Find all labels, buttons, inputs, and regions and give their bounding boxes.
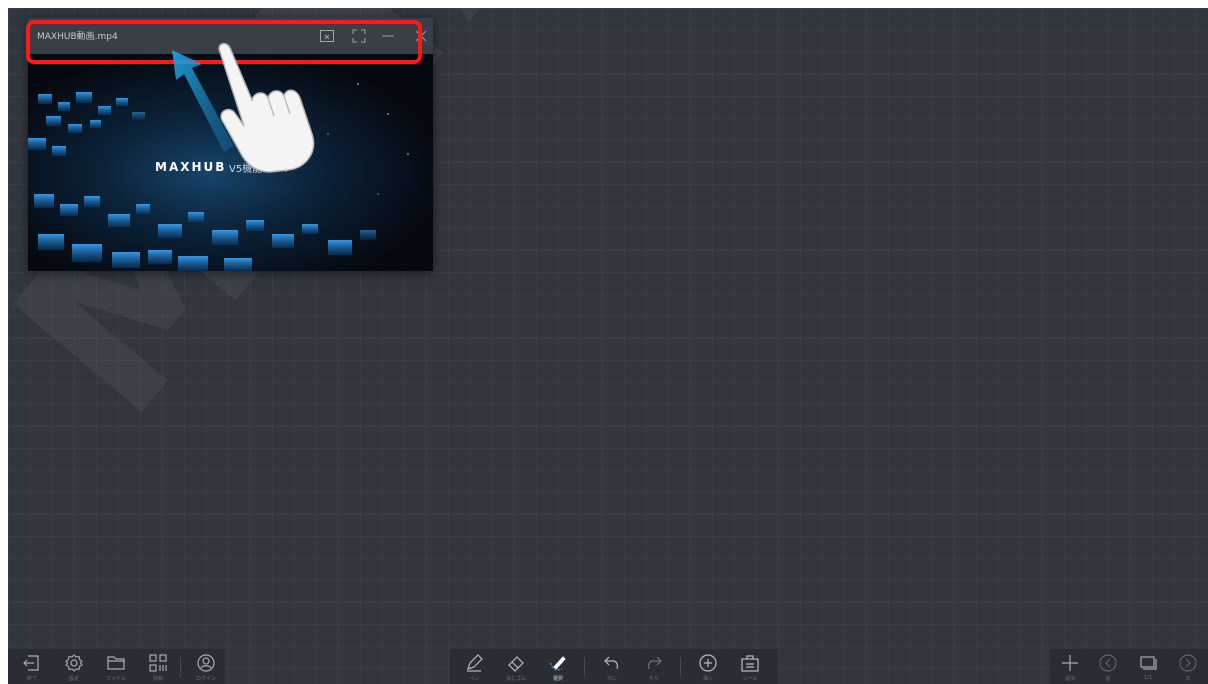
left-toolbar: 終了 設定 ファイル 共有 ログイン	[8, 649, 225, 684]
settings-button[interactable]: 設定	[56, 649, 92, 684]
undo-button[interactable]: 元に	[594, 649, 630, 684]
tools-button[interactable]: ツール	[732, 649, 768, 684]
eraser-label: 消しゴム	[505, 676, 526, 682]
pen-button[interactable]: ペン	[456, 649, 492, 684]
tools-label: ツール	[742, 676, 758, 682]
exit-icon	[23, 655, 39, 671]
files-label: ファイル	[105, 676, 126, 682]
page-count-label: 1/1	[1143, 675, 1153, 681]
folder-icon	[107, 656, 125, 670]
toolbar-divider	[584, 657, 585, 677]
undo-icon	[604, 656, 618, 670]
pages-icon	[1140, 656, 1157, 670]
insert-icon	[699, 654, 717, 672]
qr-code-icon	[149, 654, 167, 672]
files-button[interactable]: ファイル	[98, 649, 134, 684]
right-toolbar: 追加 前 1/1 次	[1050, 649, 1208, 684]
page-list-button[interactable]: 1/1	[1130, 649, 1166, 684]
next-page-label: 次	[1185, 676, 1191, 682]
next-page-button[interactable]: 次	[1170, 649, 1206, 684]
next-page-icon	[1179, 654, 1197, 672]
login-button[interactable]: ログイン	[188, 649, 224, 684]
eraser-icon	[508, 656, 524, 672]
user-icon	[197, 654, 215, 672]
hand-pointer-icon	[218, 42, 315, 173]
add-page-label: 追加	[1064, 676, 1075, 682]
prev-page-label: 前	[1105, 676, 1111, 682]
insert-button[interactable]: 挿入	[690, 649, 726, 684]
whiteboard-canvas[interactable]: MAYA MAXHUB動画.mp4	[8, 8, 1208, 684]
exit-label: 終了	[26, 676, 37, 682]
add-page-button[interactable]: 追加	[1052, 649, 1088, 684]
gear-icon	[65, 654, 83, 672]
insert-label: 挿入	[702, 676, 713, 682]
prev-page-icon	[1099, 654, 1117, 672]
select-label: 選択	[552, 676, 563, 682]
toolbar-divider	[180, 657, 181, 677]
prev-page-button[interactable]: 前	[1090, 649, 1126, 684]
undo-label: 元に	[606, 676, 617, 682]
pen-label: ペン	[468, 676, 479, 682]
share-label: 共有	[152, 676, 163, 682]
redo-button[interactable]: やり	[636, 649, 672, 684]
exit-button[interactable]: 終了	[14, 649, 50, 684]
pen-icon	[467, 654, 483, 672]
toolbox-icon	[741, 655, 759, 672]
center-toolbar: ペン 消しゴム 選択 元に やり 挿入 ツール	[450, 649, 778, 684]
toolbar-divider	[680, 657, 681, 677]
login-label: ログイン	[195, 676, 216, 682]
redo-label: やり	[648, 676, 659, 682]
plus-icon	[1062, 655, 1078, 671]
share-button[interactable]: 共有	[140, 649, 176, 684]
eraser-button[interactable]: 消しゴム	[498, 649, 534, 684]
select-button[interactable]: 選択	[540, 649, 576, 684]
redo-icon	[648, 656, 662, 670]
settings-label: 設定	[68, 676, 79, 682]
select-icon	[550, 656, 566, 671]
